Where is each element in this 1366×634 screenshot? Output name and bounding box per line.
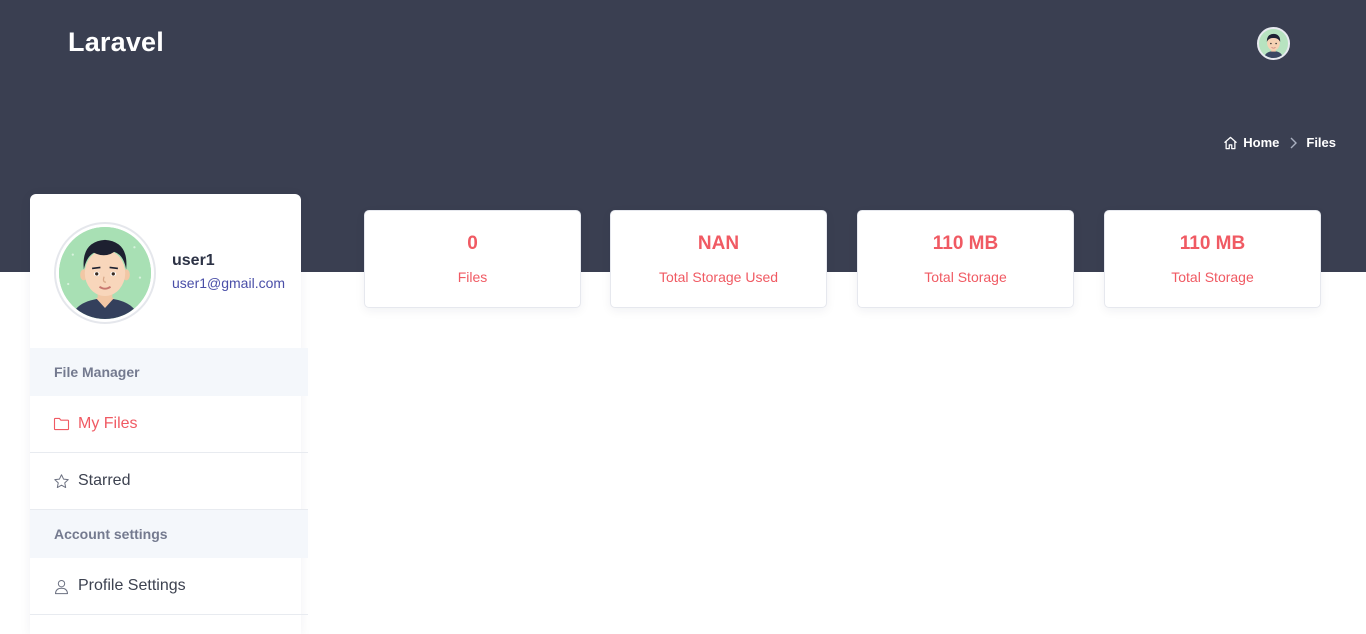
folder-icon (53, 417, 70, 431)
profile-avatar (54, 222, 156, 324)
stat-card-total-storage-2: 110 MB Total Storage (1104, 210, 1321, 308)
star-icon (54, 473, 69, 488)
stat-label: Total Storage (924, 269, 1007, 285)
user-avatar-button[interactable] (1257, 27, 1290, 60)
sidebar: user1 user1@gmail.com File Manager My Fi… (30, 194, 308, 634)
avatar-icon (1259, 29, 1288, 58)
stat-value: 0 (467, 233, 478, 254)
avatar-icon (59, 227, 151, 319)
brand-logo[interactable]: Laravel (68, 27, 164, 58)
sidebar-item-label: Starred (78, 472, 131, 489)
stat-card-total-storage: 110 MB Total Storage (857, 210, 1074, 308)
stat-value: 110 MB (1179, 233, 1246, 254)
sidebar-item-label: My Files (78, 415, 138, 432)
chevron-right-icon (1289, 137, 1298, 149)
stat-label: Total Storage (1171, 269, 1254, 285)
profile-card: user1 user1@gmail.com (30, 194, 301, 348)
sidebar-item-label: Profile Settings (78, 577, 186, 594)
section-file-manager: File Manager (30, 348, 308, 396)
user-icon (54, 579, 69, 594)
breadcrumb: Home Files (1223, 135, 1336, 150)
stat-label: Total Storage Used (658, 269, 779, 285)
stat-card-storage-used: NAN Total Storage Used (610, 210, 827, 308)
breadcrumb-current: Files (1306, 135, 1336, 150)
home-icon (1224, 136, 1237, 149)
stat-card-files: 0 Files (364, 210, 581, 308)
sidebar-item-starred[interactable]: Starred (30, 453, 308, 510)
section-account-settings: Account settings (30, 510, 308, 558)
stat-label: Files (457, 269, 488, 285)
breadcrumb-home-label: Home (1243, 135, 1280, 150)
profile-name: user1 (172, 252, 215, 269)
stat-value: NAN (697, 233, 740, 254)
sidebar-item-my-files[interactable]: My Files (30, 396, 308, 453)
sidebar-item-profile-settings[interactable]: Profile Settings (30, 558, 308, 615)
profile-email: user1@gmail.com (172, 275, 286, 291)
breadcrumb-home[interactable]: Home (1223, 135, 1279, 150)
stat-value: 110 MB (932, 233, 999, 254)
